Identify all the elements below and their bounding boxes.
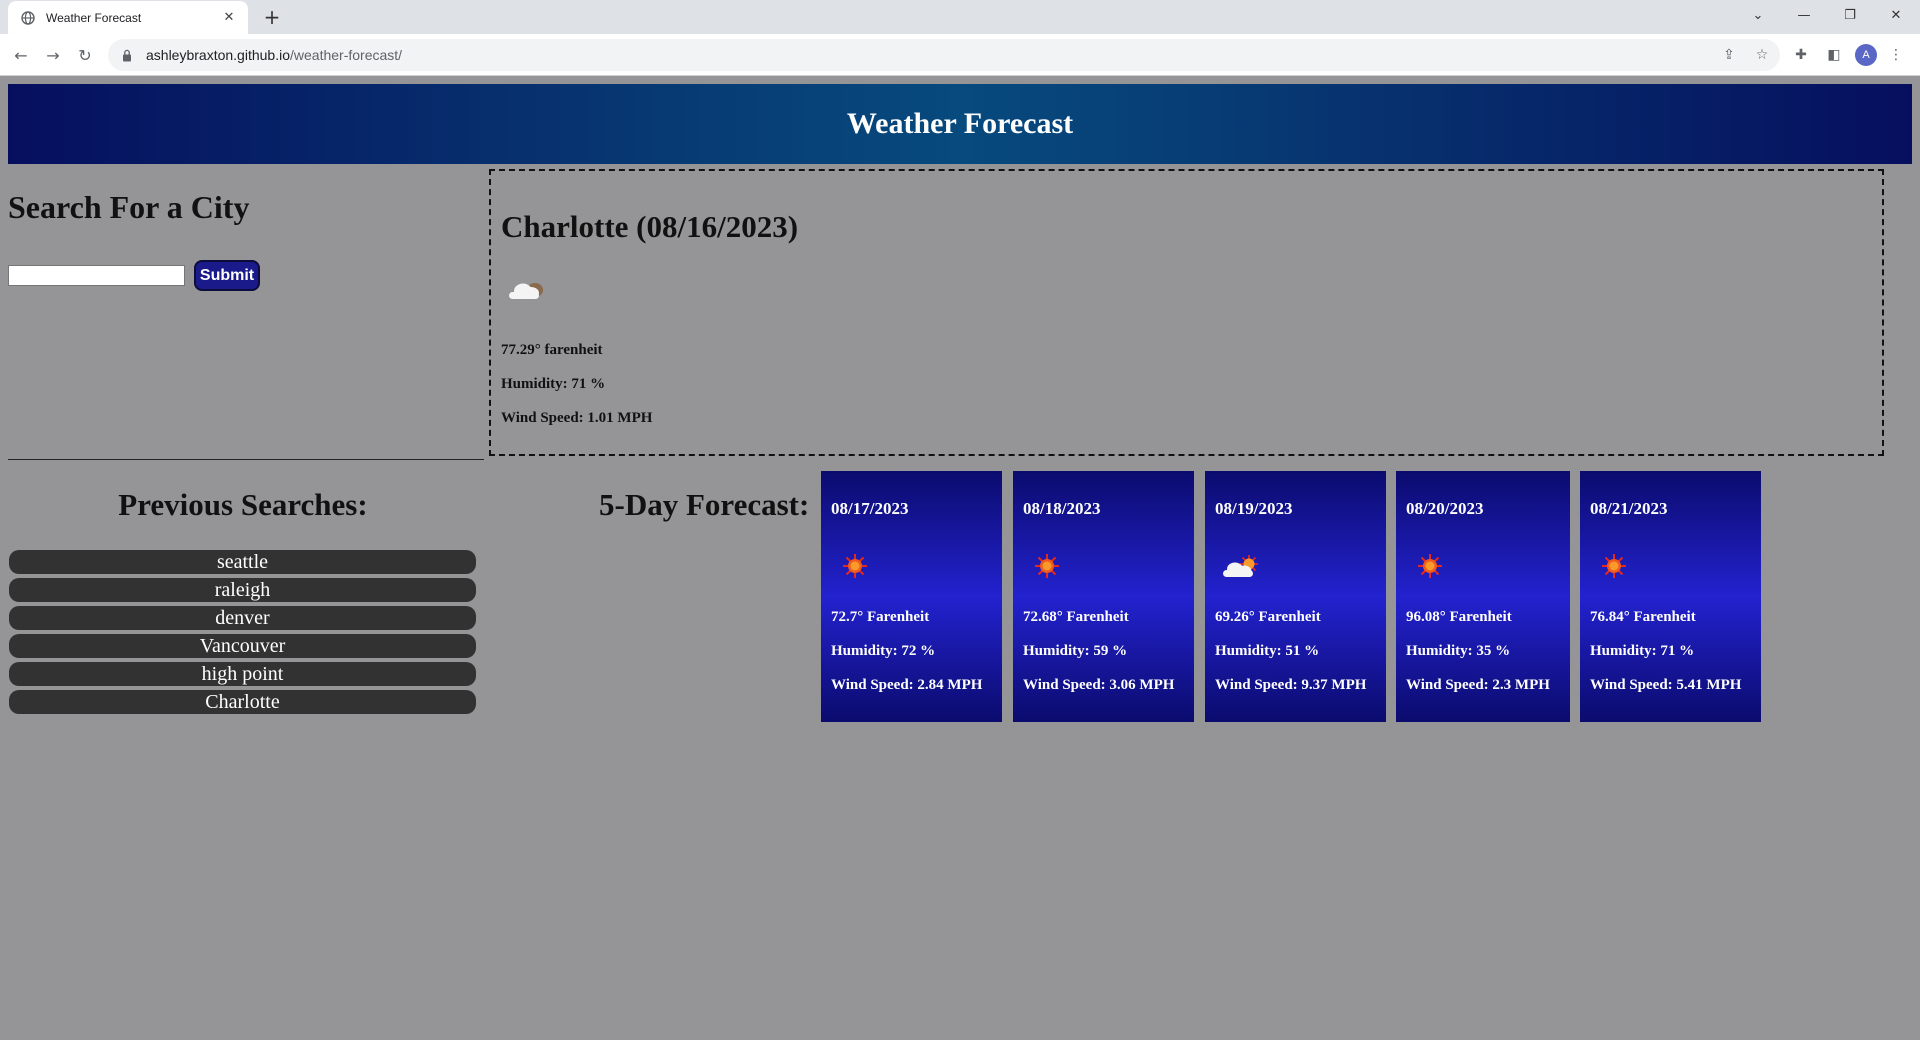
sun-icon <box>843 554 867 578</box>
divider <box>8 459 484 460</box>
previous-search-button[interactable]: Charlotte <box>9 690 476 714</box>
previous-search-button[interactable]: raleigh <box>9 578 476 602</box>
forecast-temperature: 96.08° Farenheit <box>1406 609 1512 625</box>
menu-icon[interactable]: ⋮ <box>1884 43 1908 67</box>
address-bar[interactable]: ashleybraxton.github.io/weather-forecast… <box>108 39 1780 71</box>
clouds-icon <box>509 283 543 299</box>
close-tab-icon[interactable]: ✕ <box>220 10 238 25</box>
submit-button[interactable]: Submit <box>194 260 260 291</box>
browser-toolbar: ← → ↻ ashleybraxton.github.io/weather-fo… <box>0 34 1920 76</box>
forecast-wind-speed: Wind Speed: 3.06 MPH <box>1023 677 1175 693</box>
search-title: Search For a City <box>8 189 250 225</box>
forecast-temperature: 76.84° Farenheit <box>1590 609 1696 625</box>
page-header: Weather Forecast <box>8 84 1912 164</box>
previous-search-button[interactable]: high point <box>9 662 476 686</box>
previous-search-button[interactable]: Vancouver <box>9 634 476 658</box>
current-humidity: Humidity: 71 % <box>501 376 606 392</box>
profile-avatar[interactable]: A <box>1855 44 1877 66</box>
url-host: ashleybraxton.github.io <box>146 47 290 63</box>
globe-icon <box>20 10 36 26</box>
sun-icon <box>1035 554 1059 578</box>
forecast-card: 08/17/2023 72.7° Farenheit Humidity: 72 … <box>821 471 1002 722</box>
side-panel-icon[interactable]: ◧ <box>1822 43 1846 67</box>
previous-search-button[interactable]: denver <box>9 606 476 630</box>
forecast-humidity: Humidity: 72 % <box>831 643 936 659</box>
share-icon[interactable]: ⇪ <box>1717 43 1741 67</box>
forecast-date: 08/18/2023 <box>1023 499 1101 518</box>
restore-icon[interactable]: ❐ <box>1830 0 1870 30</box>
close-window-icon[interactable]: ✕ <box>1876 0 1916 30</box>
browser-tab[interactable]: Weather Forecast ✕ <box>8 1 248 34</box>
forecast-wind-speed: Wind Speed: 5.41 MPH <box>1590 677 1742 693</box>
forward-icon[interactable]: → <box>40 42 66 68</box>
minimize-icon[interactable]: — <box>1784 0 1824 30</box>
forecast-wind-speed: Wind Speed: 2.84 MPH <box>831 677 983 693</box>
forecast-date: 08/19/2023 <box>1215 499 1293 518</box>
browser-tab-strip: Weather Forecast ✕ + ⌄ — ❐ ✕ <box>0 0 1920 34</box>
forecast-title: 5-Day Forecast: <box>599 487 810 522</box>
tab-title: Weather Forecast <box>46 10 142 25</box>
lock-icon <box>122 48 134 62</box>
reload-icon[interactable]: ↻ <box>72 42 98 68</box>
forecast-temperature: 69.26° Farenheit <box>1215 609 1321 625</box>
page-content: Weather Forecast Search For a City Submi… <box>0 77 1920 1040</box>
sun-cloud-icon <box>1223 555 1258 577</box>
new-tab-icon[interactable]: + <box>259 4 285 30</box>
page-title: Weather Forecast <box>846 107 1074 140</box>
forecast-humidity: Humidity: 35 % <box>1406 643 1511 659</box>
forecast-card: 08/19/2023 69.26° Farenheit Humidity: 51… <box>1205 471 1386 722</box>
current-city-title: Charlotte (08/16/2023) <box>501 209 799 244</box>
forecast-card: 08/18/2023 72.68° Farenheit Humidity: 59… <box>1013 471 1194 722</box>
bookmark-star-icon[interactable]: ☆ <box>1750 43 1774 67</box>
forecast-card: 08/20/2023 96.08° Farenheit Humidity: 35… <box>1396 471 1570 722</box>
forecast-date: 08/21/2023 <box>1590 499 1668 518</box>
back-icon[interactable]: ← <box>8 42 34 68</box>
extensions-icon[interactable]: ✚ <box>1789 43 1813 67</box>
forecast-humidity: Humidity: 71 % <box>1590 643 1695 659</box>
forecast-humidity: Humidity: 59 % <box>1023 643 1128 659</box>
url-path: /weather-forecast/ <box>290 47 403 63</box>
forecast-date: 08/20/2023 <box>1406 499 1484 518</box>
tab-search-icon[interactable]: ⌄ <box>1738 0 1778 30</box>
previous-searches-title: Previous Searches: <box>118 487 368 522</box>
forecast-wind-speed: Wind Speed: 9.37 MPH <box>1215 677 1367 693</box>
current-weather-panel: Charlotte (08/16/2023) 77.29° farenheit … <box>489 169 1884 456</box>
previous-search-button[interactable]: seattle <box>9 550 476 574</box>
forecast-wind-speed: Wind Speed: 2.3 MPH <box>1406 677 1550 693</box>
current-temperature: 77.29° farenheit <box>501 342 603 358</box>
forecast-temperature: 72.7° Farenheit <box>831 609 930 625</box>
forecast-date: 08/17/2023 <box>831 499 909 518</box>
current-wind-speed: Wind Speed: 1.01 MPH <box>501 410 653 426</box>
forecast-temperature: 72.68° Farenheit <box>1023 609 1129 625</box>
forecast-humidity: Humidity: 51 % <box>1215 643 1320 659</box>
city-search-input[interactable] <box>8 265 185 286</box>
previous-searches-list: seattle raleigh denver Vancouver high po… <box>9 550 476 718</box>
forecast-card: 08/21/2023 76.84° Farenheit Humidity: 71… <box>1580 471 1761 722</box>
sun-icon <box>1602 554 1626 578</box>
sun-icon <box>1418 554 1442 578</box>
